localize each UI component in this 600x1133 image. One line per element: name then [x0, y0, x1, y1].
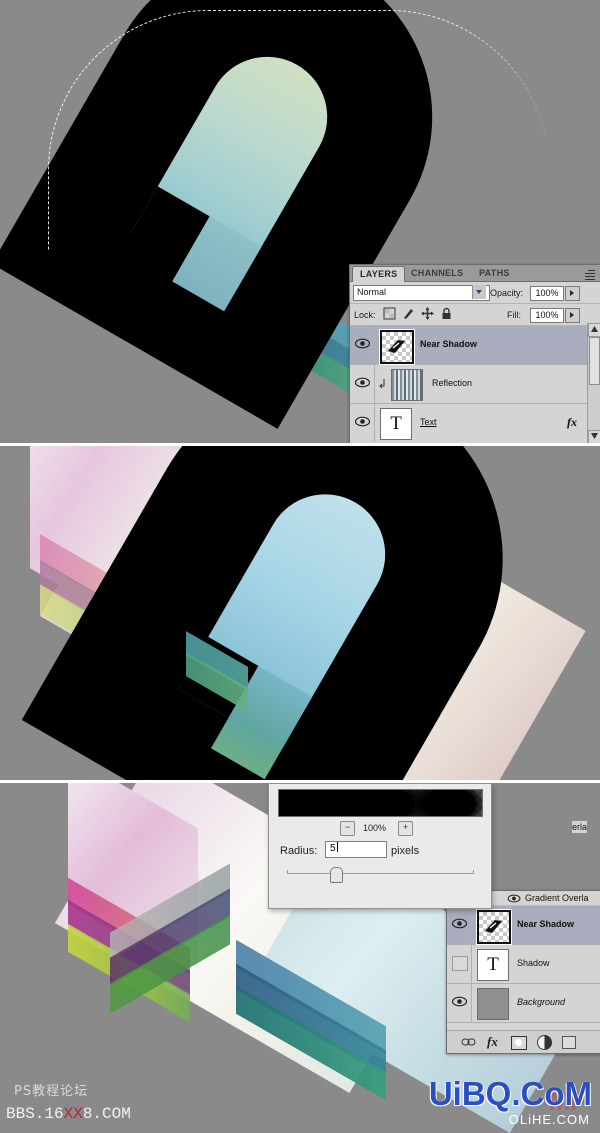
step-1-selection-view: LAYERS CHANNELS PATHS Normal Opacity: 10… — [0, 0, 600, 443]
layer-name: Shadow — [517, 958, 550, 968]
watermark-uibq: UiBQ.CoM — [428, 1075, 592, 1112]
scrollbar-thumb[interactable] — [589, 337, 600, 385]
tab-layers[interactable]: LAYERS — [352, 266, 406, 282]
layer-thumbnail[interactable] — [391, 369, 423, 401]
layer-thumbnail[interactable] — [477, 988, 509, 1020]
layer-name: Reflection — [432, 378, 473, 388]
add-layer-mask-icon[interactable] — [511, 1036, 527, 1050]
watermark-site-name-cn: PS教程论坛 — [14, 1084, 89, 1099]
layer-row-near-shadow[interactable]: Near Shadow — [350, 326, 600, 365]
effect-label-clipped: erla — [572, 821, 588, 833]
layer-name: Text — [420, 417, 437, 427]
adjustment-layer-icon[interactable] — [537, 1035, 552, 1050]
lock-row: Lock: Fill: 100% — [350, 304, 600, 326]
lock-transparent-pixels-icon[interactable] — [383, 307, 396, 320]
layer-thumbnail[interactable] — [476, 909, 512, 945]
zoom-in-button[interactable]: + — [398, 821, 413, 836]
layers-panel-bottom[interactable]: Gradient Overla Near Shadow T Shadow Bac… — [446, 890, 600, 1054]
panel-menu-icon[interactable] — [583, 268, 597, 280]
scroll-up-button[interactable] — [588, 323, 600, 337]
bbs-suffix: 8.COM — [82, 1105, 131, 1123]
eye-icon[interactable] — [354, 376, 371, 389]
gaussian-blur-dialog[interactable]: − 100% + Radius: 5 pixels — [268, 783, 492, 909]
scroll-down-button[interactable] — [588, 430, 600, 443]
lock-label: Lock: — [354, 310, 376, 320]
bbs-prefix: BBS.16 — [6, 1105, 64, 1123]
radius-slider-knob[interactable] — [330, 867, 343, 883]
effect-eye-icon[interactable] — [507, 893, 521, 904]
layers-panel-top[interactable]: LAYERS CHANNELS PATHS Normal Opacity: 10… — [349, 264, 600, 443]
fill-label: Fill: — [507, 310, 521, 320]
step-2-closeup-view — [0, 446, 600, 780]
clipping-mask-icon — [379, 379, 387, 389]
slider-tick-left — [287, 870, 288, 874]
eye-icon[interactable] — [451, 917, 468, 930]
slider-tick-right — [473, 870, 474, 874]
layer-row-reflection[interactable]: Reflection — [350, 365, 600, 404]
layer-name: Background — [517, 997, 566, 1007]
radius-units: pixels — [391, 845, 420, 857]
letter-a-3d — [0, 446, 600, 780]
blend-mode-row: Normal Opacity: 100% — [350, 282, 600, 304]
layers-panel-footer: fx — [447, 1030, 600, 1053]
layer-row-shadow[interactable]: T Shadow — [447, 945, 600, 984]
blurred-shape-preview — [389, 790, 482, 816]
opacity-value[interactable]: 100% — [530, 286, 564, 301]
layer-thumbnail[interactable]: T — [477, 949, 509, 981]
eye-icon[interactable] — [354, 415, 371, 428]
bbs-red: XX — [63, 1105, 83, 1123]
layer-row-text[interactable]: T Text fx — [350, 404, 600, 442]
eye-icon-off[interactable] — [452, 956, 468, 971]
link-layers-icon[interactable] — [461, 1037, 477, 1047]
layer-thumbnail[interactable] — [379, 329, 415, 365]
layer-name: Near Shadow — [517, 919, 575, 929]
chevron-down-icon[interactable] — [472, 285, 486, 299]
opacity-stepper[interactable] — [565, 286, 580, 301]
type-T-glyph: T — [390, 413, 402, 434]
radius-input[interactable]: 5 — [325, 841, 387, 858]
lock-all-icon[interactable] — [440, 307, 453, 320]
fill-stepper[interactable] — [565, 308, 580, 323]
effect-label: Gradient Overla — [525, 893, 589, 903]
opacity-label: Opacity: — [490, 288, 524, 298]
layers-scrollbar[interactable] — [587, 323, 600, 443]
layer-thumbnail[interactable]: T — [380, 408, 412, 440]
lock-image-pixels-icon[interactable] — [402, 307, 415, 320]
fill-value[interactable]: 100% — [530, 308, 564, 323]
zoom-level: 100% — [363, 823, 387, 833]
watermark-bbs-url: BBS.16XX8.COM — [6, 1105, 131, 1123]
layer-name: Near Shadow — [420, 339, 478, 349]
new-group-icon[interactable] — [562, 1036, 576, 1049]
tab-channels[interactable]: CHANNELS — [404, 266, 470, 281]
step-3-gaussian-blur-view: Gradient Overla Near Shadow T Shadow Bac… — [0, 783, 600, 1133]
panel-tabbar: LAYERS CHANNELS PATHS — [350, 265, 600, 282]
radius-label: Radius: — [280, 845, 318, 857]
blend-mode-select[interactable]: Normal — [353, 285, 490, 301]
layer-list: Near Shadow Reflection T Text fx — [350, 326, 600, 442]
radius-value: 5 — [330, 843, 336, 854]
layer-row-near-shadow[interactable]: Near Shadow — [447, 906, 600, 945]
add-layer-style-fx-icon[interactable]: fx — [487, 1034, 498, 1050]
zoom-out-button[interactable]: − — [340, 821, 355, 836]
layer-fx-badge[interactable]: fx — [567, 415, 577, 430]
type-T-glyph: T — [487, 954, 499, 975]
eye-icon[interactable] — [451, 995, 468, 1008]
eye-icon[interactable] — [354, 337, 371, 350]
blur-preview[interactable] — [278, 789, 483, 817]
lock-position-icon[interactable] — [421, 307, 434, 320]
text-caret — [336, 842, 338, 852]
layer-row-background[interactable]: Background — [447, 984, 600, 1023]
tab-paths[interactable]: PATHS — [472, 266, 517, 281]
radius-slider-track[interactable] — [287, 873, 474, 874]
watermark-olihe: OLiHE.COM — [508, 1112, 590, 1127]
artwork-middle — [0, 446, 600, 780]
